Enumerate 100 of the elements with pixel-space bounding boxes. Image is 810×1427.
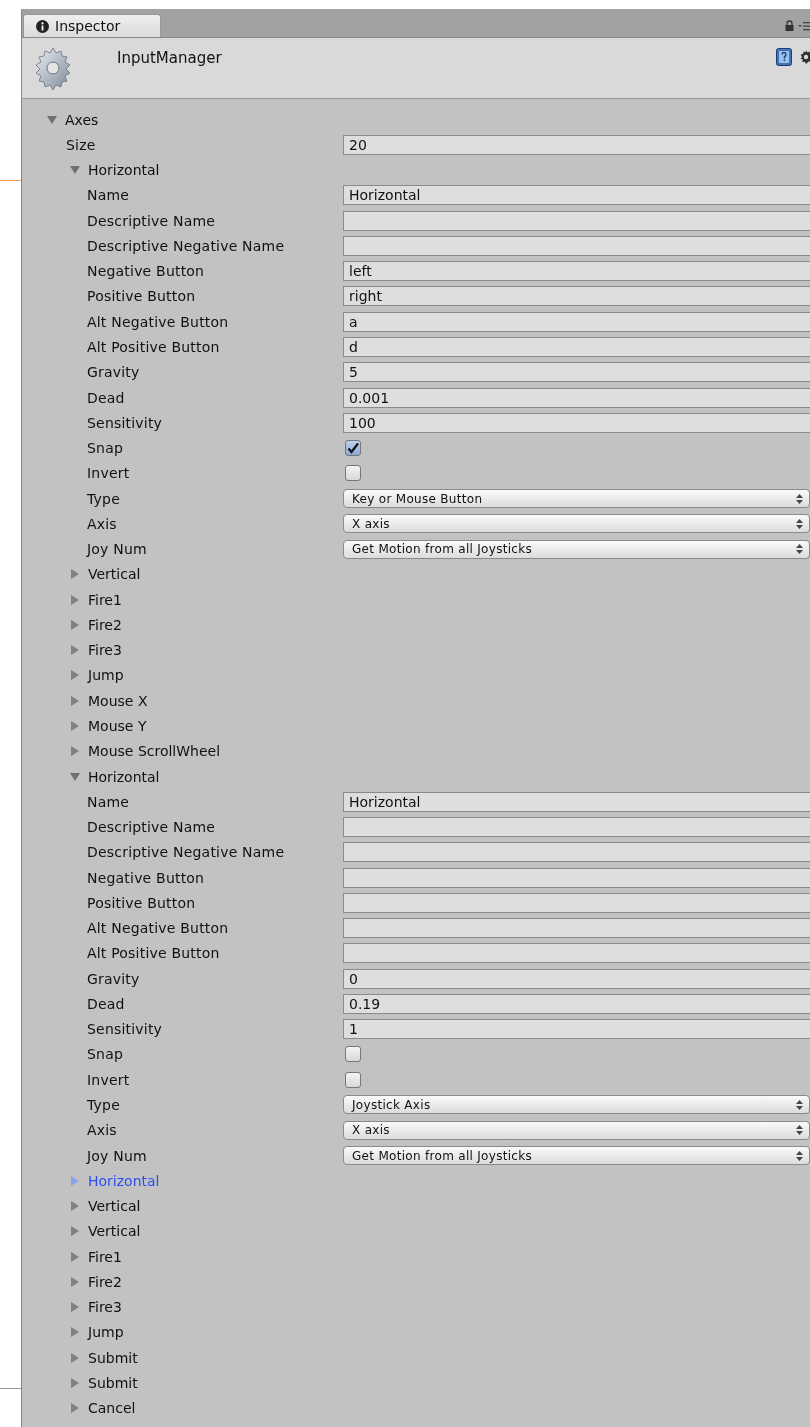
text-field[interactable]: Horizontal: [343, 185, 810, 206]
triangle-right-icon: [70, 1352, 80, 1363]
checkbox[interactable]: [345, 1046, 361, 1063]
triangle-right-icon: [70, 569, 80, 580]
tree-toggle[interactable]: Horizontal: [70, 768, 160, 785]
text-field[interactable]: a: [343, 311, 810, 332]
triangle-right-icon: [70, 1226, 80, 1237]
dropdown[interactable]: X axis: [343, 1120, 810, 1140]
text-field[interactable]: [343, 892, 810, 913]
triangle-right-icon: [70, 1302, 80, 1313]
text-field[interactable]: [343, 817, 810, 838]
tree-toggle[interactable]: Mouse Y: [70, 718, 147, 734]
field-label: Size: [66, 136, 97, 153]
field-label: Name: [87, 187, 131, 204]
updown-arrows-icon: [796, 493, 803, 504]
tree-toggle[interactable]: Fire3: [70, 642, 122, 659]
text-field[interactable]: left: [343, 261, 810, 282]
triangle-down-icon: [70, 771, 80, 782]
field-label: Alt Positive Button: [87, 339, 221, 355]
settings-icon[interactable]: [799, 50, 810, 64]
tree-toggle[interactable]: Submit: [70, 1374, 138, 1391]
text-field[interactable]: [343, 842, 810, 863]
inspector-tab[interactable]: Inspector: [23, 14, 161, 37]
text-field[interactable]: 5: [343, 362, 810, 383]
tree-toggle[interactable]: Axes: [47, 111, 99, 128]
dropdown[interactable]: Joystick Axis: [343, 1095, 810, 1115]
text-field[interactable]: 20: [343, 134, 810, 155]
checkbox[interactable]: [345, 1071, 361, 1088]
field-label: Axis: [87, 1122, 118, 1139]
tree-toggle[interactable]: Cancel: [70, 1400, 136, 1417]
field-label: Alt Negative Button: [87, 313, 230, 330]
tree-toggle[interactable]: Jump: [70, 667, 124, 684]
field-label: Sensitivity: [87, 1021, 164, 1038]
object-title: InputManager: [117, 49, 222, 67]
dropdown[interactable]: Get Motion from all Joysticks: [343, 1146, 810, 1165]
tree-toggle[interactable]: Vertical: [70, 566, 141, 583]
checkbox[interactable]: [345, 440, 361, 457]
field-label: Alt Positive Button: [87, 945, 221, 962]
triangle-right-icon: [70, 695, 80, 706]
triangle-right-icon: [70, 594, 80, 605]
text-field[interactable]: [343, 210, 810, 231]
help-book-icon[interactable]: [776, 48, 792, 66]
field-label: Snap: [87, 1046, 125, 1063]
triangle-down-icon: [47, 114, 57, 125]
text-field[interactable]: 100: [343, 412, 810, 433]
field-label: Invert: [87, 1071, 131, 1088]
tree-toggle[interactable]: Mouse ScrollWheel: [70, 743, 221, 760]
tree-toggle[interactable]: Fire2: [70, 616, 122, 633]
triangle-right-icon: [70, 1276, 80, 1287]
text-field[interactable]: [343, 943, 810, 964]
info-icon: [36, 19, 49, 33]
field-label: Descriptive Name: [87, 819, 217, 836]
field-label: Joy Num: [87, 1147, 148, 1164]
updown-arrows-icon: [796, 1100, 803, 1110]
tree-toggle[interactable]: Fire3: [70, 1299, 122, 1316]
menu-icon[interactable]: [798, 20, 810, 31]
text-field[interactable]: 1: [343, 1019, 810, 1040]
field-label: Sensitivity: [87, 414, 164, 431]
text-field[interactable]: 0: [343, 968, 810, 989]
text-field[interactable]: [343, 918, 810, 939]
field-label: Dead: [87, 995, 126, 1012]
text-field[interactable]: d: [343, 337, 810, 357]
field-label: Negative Button: [87, 263, 206, 280]
tree-toggle[interactable]: Vertical: [70, 1223, 141, 1240]
tree-toggle[interactable]: Vertical: [70, 1198, 141, 1215]
text-field[interactable]: [343, 867, 810, 888]
field-label: Type: [87, 490, 121, 507]
field-label: Negative Button: [87, 869, 206, 886]
tree-toggle[interactable]: Mouse X: [70, 692, 148, 709]
text-field[interactable]: [343, 235, 810, 256]
triangle-right-icon: [70, 1403, 80, 1414]
dropdown[interactable]: Get Motion from all Joysticks: [343, 539, 810, 559]
tree-toggle[interactable]: Submit: [70, 1349, 138, 1366]
field-label: Gravity: [87, 364, 141, 381]
text-field[interactable]: 0.19: [343, 993, 810, 1014]
checkbox[interactable]: [345, 465, 361, 482]
text-field[interactable]: Horizontal: [343, 791, 810, 812]
dropdown[interactable]: X axis: [343, 514, 810, 534]
text-field[interactable]: 0.001: [343, 387, 810, 408]
field-label: Gravity: [87, 970, 141, 987]
field-label: Snap: [87, 440, 125, 457]
tree-toggle[interactable]: Horizontal: [70, 162, 160, 179]
field-label: Descriptive Name: [87, 212, 217, 229]
triangle-right-icon: [70, 721, 80, 731]
triangle-right-icon: [70, 670, 80, 681]
tree-toggle[interactable]: Jump: [70, 1324, 124, 1341]
dropdown[interactable]: Key or Mouse Button: [343, 489, 810, 509]
field-label: Axis: [87, 515, 118, 532]
triangle-right-icon: [70, 1251, 80, 1262]
updown-arrows-icon: [796, 1150, 803, 1161]
field-label: Name: [87, 793, 131, 810]
triangle-right-icon: [70, 1175, 80, 1186]
lock-icon[interactable]: [785, 20, 794, 31]
tree-toggle[interactable]: Fire1: [70, 591, 122, 608]
text-field[interactable]: right: [343, 286, 810, 307]
triangle-right-icon: [70, 619, 80, 630]
tree-toggle[interactable]: Fire2: [70, 1273, 122, 1290]
field-label: Alt Negative Button: [87, 920, 230, 937]
field-label: Type: [87, 1097, 121, 1113]
tree-toggle[interactable]: Fire1: [70, 1248, 122, 1265]
